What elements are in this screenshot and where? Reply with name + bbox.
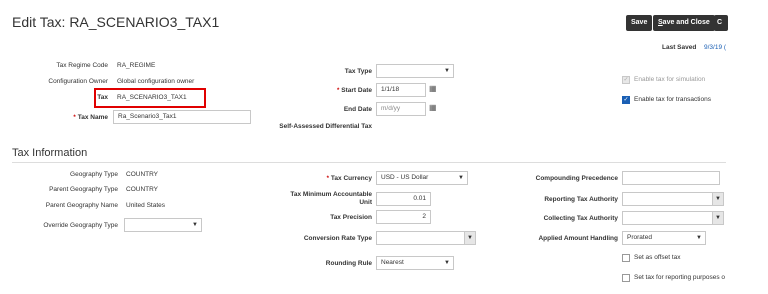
tax-currency-label: * Tax Currency: [326, 175, 372, 182]
conversion-rate-type-select[interactable]: ▼: [376, 231, 476, 245]
page-title: Edit Tax: RA_SCENARIO3_TAX1: [12, 14, 220, 30]
collecting-tax-authority-select[interactable]: ▼: [622, 211, 724, 225]
end-date-input[interactable]: m/d/yy: [376, 102, 426, 116]
collecting-tax-authority-label: Collecting Tax Authority: [543, 215, 618, 222]
chevron-down-icon: ▼: [444, 68, 450, 74]
calendar-icon[interactable]: ▦: [429, 84, 437, 93]
last-saved-label: Last Saved: [662, 44, 697, 51]
tax-name-input[interactable]: Ra_Scenario3_Tax1: [113, 110, 251, 124]
tax-information-heading: Tax Information: [12, 147, 88, 159]
conversion-rate-type-label: Conversion Rate Type: [303, 235, 372, 242]
tax-label: Tax: [97, 94, 108, 101]
enable-transactions-label: Enable tax for transactions: [634, 96, 711, 103]
tax-precision-input[interactable]: 2: [376, 210, 431, 224]
calendar-icon[interactable]: ▦: [429, 103, 437, 112]
rounding-rule-select[interactable]: Nearest ▼: [376, 256, 454, 270]
chevron-down-icon: ▼: [712, 193, 723, 205]
rounding-rule-label: Rounding Rule: [325, 260, 372, 267]
parent-geography-name-label: Parent Geography Name: [45, 202, 118, 209]
check-icon: ✓: [623, 77, 629, 83]
parent-geography-name-value: United States: [126, 202, 166, 209]
override-geography-type-select[interactable]: ▼: [124, 218, 202, 232]
tax-currency-select[interactable]: USD - US Dollar ▼: [376, 171, 468, 185]
start-date-input[interactable]: 1/1/18: [376, 83, 426, 97]
start-date-label: * Start Date: [336, 87, 372, 94]
chevron-down-icon: ▼: [464, 232, 475, 244]
parent-geography-type-label: Parent Geography Type: [49, 186, 118, 193]
tax-type-label: Tax Type: [344, 68, 372, 75]
tax-type-select[interactable]: ▼: [376, 64, 454, 78]
cancel-button[interactable]: C: [714, 15, 728, 31]
compounding-precedence-input[interactable]: [622, 171, 720, 185]
override-geography-type-label: Override Geography Type: [43, 222, 118, 229]
applied-amount-handling-select[interactable]: Prorated ▼: [622, 231, 706, 245]
chevron-down-icon: ▼: [458, 175, 464, 181]
set-reporting-purposes-label: Set tax for reporting purposes o: [634, 274, 726, 281]
chevron-down-icon: ▼: [192, 222, 198, 228]
check-icon: ✓: [623, 97, 629, 103]
tax-regime-code-value: RA_REGIME: [117, 62, 156, 69]
configuration-owner-label: Configuration Owner: [48, 78, 108, 85]
end-date-label: End Date: [343, 106, 372, 113]
tax-min-accountable-unit-label-2: Unit: [359, 199, 372, 206]
configuration-owner-value: Global configuration owner: [117, 78, 195, 85]
geography-type-value: COUNTRY: [126, 171, 159, 178]
chevron-down-icon: ▼: [444, 260, 450, 266]
set-offset-tax-checkbox[interactable]: [622, 254, 630, 262]
section-divider: [12, 162, 726, 163]
parent-geography-type-value: COUNTRY: [126, 186, 159, 193]
save-and-close-button[interactable]: Save and Close: [653, 15, 715, 31]
tax-min-accountable-unit-label-1: Tax Minimum Accountable: [290, 191, 372, 198]
chevron-down-icon: ▼: [712, 212, 723, 224]
tax-name-label: * Tax Name: [73, 114, 108, 121]
set-offset-tax-label: Set as offset tax: [634, 254, 681, 261]
chevron-down-icon: ▼: [696, 235, 702, 241]
enable-simulation-label: Enable tax for simulation: [634, 76, 706, 83]
compounding-precedence-label: Compounding Precedence: [535, 175, 618, 182]
applied-amount-handling-label: Applied Amount Handling: [538, 235, 618, 242]
reporting-tax-authority-label: Reporting Tax Authority: [544, 196, 618, 203]
save-button[interactable]: Save: [626, 15, 653, 31]
tax-precision-label: Tax Precision: [330, 214, 372, 221]
reporting-tax-authority-select[interactable]: ▼: [622, 192, 724, 206]
tax-regime-code-label: Tax Regime Code: [56, 62, 108, 69]
geography-type-label: Geography Type: [70, 171, 118, 178]
tax-min-accountable-unit-input[interactable]: 0.01: [376, 192, 431, 206]
set-reporting-purposes-checkbox[interactable]: [622, 274, 630, 282]
enable-transactions-checkbox[interactable]: ✓: [622, 96, 630, 104]
enable-simulation-checkbox[interactable]: ✓: [622, 76, 630, 84]
tax-value: RA_SCENARIO3_TAX1: [117, 94, 187, 101]
last-saved-value[interactable]: 9/3/19 (: [704, 44, 726, 51]
self-assessed-differential-tax-label: Self-Assessed Differential Tax: [279, 123, 372, 130]
